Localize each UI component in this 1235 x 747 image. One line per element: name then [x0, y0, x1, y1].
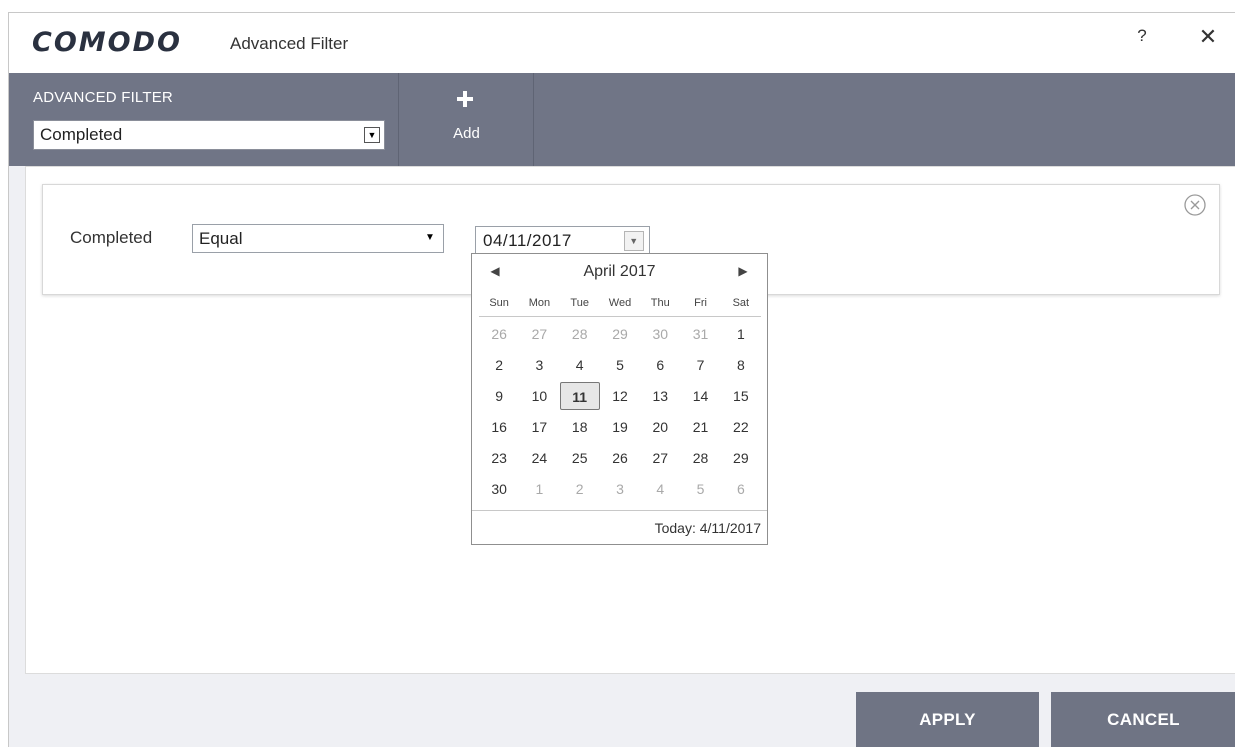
weekday-label: Sat	[732, 297, 750, 309]
calendar-day[interactable]: 5	[680, 475, 720, 503]
calendar-day[interactable]: 12	[600, 382, 640, 410]
calendar-day[interactable]: 31	[680, 320, 720, 348]
calendar-popup: ◀ April 2017 ▶ Sun Mon Tue Wed Thu Fri Sat 26 2…	[471, 253, 768, 545]
calendar-day[interactable]: 25	[560, 444, 600, 472]
close-button[interactable]: ✕	[1195, 24, 1221, 52]
apply-button[interactable]: APPLY	[856, 692, 1039, 747]
calendar-day[interactable]: 4	[640, 475, 680, 503]
calendar-day[interactable]: 1	[721, 320, 761, 348]
calendar-day[interactable]: 27	[640, 444, 680, 472]
calendar-day[interactable]: 7	[680, 351, 720, 379]
calendar-day[interactable]: 26	[600, 444, 640, 472]
operator-dropdown[interactable]: Equal ▼	[192, 224, 444, 253]
cancel-button[interactable]: CANCEL	[1051, 692, 1235, 747]
add-button[interactable]: Add	[400, 73, 534, 166]
plus-icon	[457, 91, 473, 107]
calendar-day[interactable]: 4	[560, 351, 600, 379]
weekday-label: Wed	[608, 297, 632, 309]
calendar-day-selected[interactable]: 11	[559, 382, 600, 410]
date-value: 04/11/2017	[483, 231, 572, 250]
next-month-icon[interactable]: ▶	[735, 264, 751, 280]
calendar-day[interactable]: 2	[479, 351, 519, 379]
calendar-day-grid: 26 27 28 29 30 31 1 2 3 4 5 6 7 8 9 10 11 12 13 14 15 16 17 18 1…	[479, 320, 761, 503]
filter-type-dropdown[interactable]: Completed ▼	[33, 120, 385, 150]
weekday-label: Fri	[694, 297, 707, 309]
calendar-day[interactable]: 3	[600, 475, 640, 503]
calendar-day[interactable]: 27	[519, 320, 559, 348]
calendar-day[interactable]: 23	[479, 444, 519, 472]
calendar-day[interactable]: 24	[519, 444, 559, 472]
calendar-day[interactable]: 3	[519, 351, 559, 379]
weekday-header: Sun Mon Tue Wed Thu Fri Sat	[479, 297, 761, 317]
calendar-day[interactable]: 30	[640, 320, 680, 348]
filter-type-value: Completed	[40, 125, 123, 144]
calendar-day[interactable]: 18	[560, 413, 600, 441]
chevron-down-icon: ▼	[425, 232, 435, 243]
calendar-day[interactable]: 19	[600, 413, 640, 441]
calendar-day[interactable]: 15	[721, 382, 761, 410]
today-link[interactable]: Today: 4/11/2017	[655, 520, 761, 536]
calendar-day[interactable]: 13	[640, 382, 680, 410]
calendar-day[interactable]: 29	[721, 444, 761, 472]
filter-selector-section: ADVANCED FILTER Completed ▼	[9, 73, 399, 166]
calendar-day[interactable]: 1	[519, 475, 559, 503]
add-label: Add	[453, 125, 480, 142]
toolbar: ADVANCED FILTER Completed ▼ Add	[9, 73, 1235, 166]
field-label: Completed	[70, 228, 153, 247]
calendar-day[interactable]: 6	[640, 351, 680, 379]
calendar-day[interactable]: 16	[479, 413, 519, 441]
calendar-day[interactable]: 28	[560, 320, 600, 348]
calendar-day[interactable]: 22	[721, 413, 761, 441]
calendar-footer: Today: 4/11/2017	[472, 510, 767, 545]
calendar-day[interactable]: 14	[680, 382, 720, 410]
calendar-day[interactable]: 26	[479, 320, 519, 348]
operator-value: Equal	[199, 229, 243, 248]
calendar-day[interactable]: 29	[600, 320, 640, 348]
chevron-down-icon: ▼	[364, 127, 380, 143]
date-picker-input[interactable]: 04/11/2017 ▼	[475, 226, 650, 255]
weekday-label: Sun	[489, 297, 509, 309]
calendar-day[interactable]: 10	[519, 382, 559, 410]
calendar-month-title[interactable]: April 2017	[472, 263, 767, 281]
comodo-logo: COMODO	[32, 27, 182, 58]
calendar-day[interactable]: 5	[600, 351, 640, 379]
filter-caption: ADVANCED FILTER	[33, 89, 173, 106]
calendar-day[interactable]: 28	[680, 444, 720, 472]
calendar-day[interactable]: 8	[721, 351, 761, 379]
date-dropdown-icon[interactable]: ▼	[624, 231, 644, 251]
window-title: Advanced Filter	[230, 34, 349, 53]
calendar-day[interactable]: 30	[479, 475, 519, 503]
calendar-header: ◀ April 2017 ▶	[472, 254, 767, 290]
title-bar: COMODO Advanced Filter ? ✕	[9, 13, 1235, 73]
weekday-label: Tue	[570, 297, 589, 309]
weekday-label: Thu	[650, 297, 670, 309]
calendar-day[interactable]: 20	[640, 413, 680, 441]
calendar-day[interactable]: 9	[479, 382, 519, 410]
calendar-day[interactable]: 17	[519, 413, 559, 441]
calendar-day[interactable]: 21	[680, 413, 720, 441]
calendar-day[interactable]: 2	[560, 475, 600, 503]
weekday-label: Mon	[528, 297, 551, 309]
help-button[interactable]: ?	[1131, 26, 1153, 52]
calendar-day[interactable]: 6	[721, 475, 761, 503]
remove-filter-icon[interactable]	[1183, 193, 1207, 217]
